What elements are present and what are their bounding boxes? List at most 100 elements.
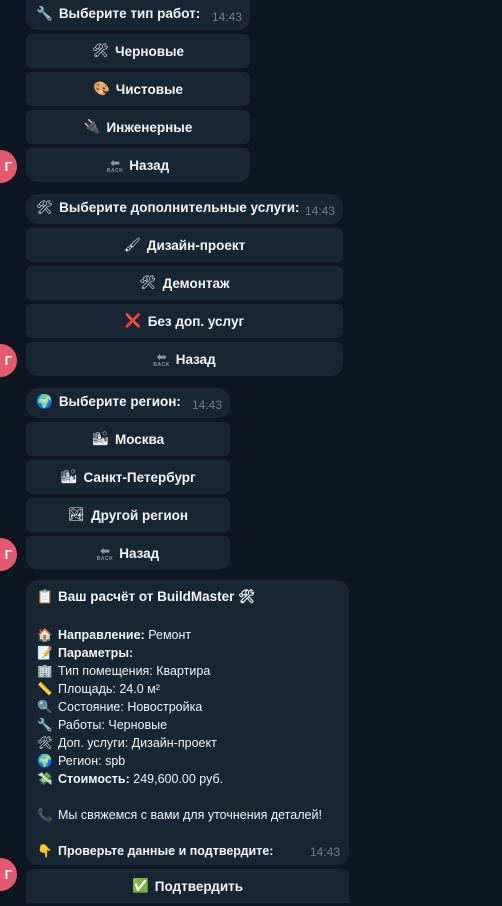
back-icon: ⬅ BACK [153,349,170,368]
confirm-button[interactable]: ✅ Подтвердить [26,869,349,903]
option-button-design-project[interactable]: 🖌 Дизайн-проект [26,228,343,262]
avatar[interactable]: Г [0,538,17,571]
check-line: 👇 Проверьте данные и подтвердите: [36,842,339,860]
cityscape-icon: 🏙 [60,469,78,484]
hammer-wrench-icon: 🛠 [37,736,53,750]
room-type: Тип помещения: Квартира [58,664,211,678]
hammer-wrench-icon: 🛠 [139,275,157,290]
message-time: 14:43 [191,398,222,412]
prompt-text: Выберите тип работ: [58,6,201,21]
params-label: Параметры: [58,646,134,660]
avatar[interactable]: Г [0,150,17,183]
extra-services: Доп. услуги: Дизайн-проект [58,736,217,750]
option-button-finishing[interactable]: 🎨 Чистовые [26,72,250,106]
globe-icon: 🌍 [36,394,53,409]
calc-title: Ваш расчёт от BuildMaster [58,589,235,604]
message-time: 14:43 [304,204,335,218]
direction-label: Направление: [58,628,145,642]
option-button-engineering[interactable]: 🔌 Инженерные [26,110,250,144]
back-icon: ⬅ BACK [96,543,114,562]
works: Работы: Черновые [58,718,168,732]
magnifier-icon: 🔍 [37,700,53,714]
plug-icon: 🔌 [83,119,101,134]
office-building-icon: 🏢 [37,664,53,678]
button-label: Назад [175,351,216,367]
cost-label: Стоимость: [58,772,130,786]
avatar[interactable]: Г [0,344,17,377]
message-group-work-type: 🔧 Выберите тип работ: 14:43 🛠 Черновые 🎨 Чи… [26,0,250,182]
area: Площадь: 24.0 м² [58,682,160,696]
calculation-message: 📋 Ваш расчёт от BuildMaster 🛠 🏠 Направлени… [26,580,349,865]
message-group-extra-services: 🛠 Выберите дополнительные услуги: 14:43 🖌… [26,194,343,376]
extra-line: 🛠 Доп. услуги: Дизайн-проект [36,734,339,752]
option-button-moscow[interactable]: 🏙 Москва [26,422,230,456]
button-label: Без доп. услуг [147,313,245,329]
check-mark-icon: ✅ [131,878,149,893]
contact-line: 📞 Мы свяжемся с вами для уточнения детале… [36,806,339,824]
region-line: 🌍 Регион: spb [36,752,339,770]
contact-text: Мы свяжемся с вами для уточнения деталей… [58,808,322,822]
clipboard-icon: 📋 [36,589,54,604]
option-button-other-region[interactable]: 🏞 Другой регион [26,498,230,532]
hammer-wrench-icon: 🛠 [91,43,110,58]
button-label: Другой регион [91,507,189,523]
telephone-icon: 📞 [37,808,53,822]
direction-line: 🏠 Направление: Ремонт [36,626,339,644]
cost-line: 💸 Стоимость: 249,600.00 руб. [36,770,339,788]
option-button-demolition[interactable]: 🛠 Демонтаж [26,266,343,300]
button-label: Инженерные [106,119,193,135]
palette-icon: 🎨 [92,81,110,96]
wrench-icon: 🔧 [36,6,53,21]
button-label: Назад [129,157,170,173]
ruler-icon: 📏 [37,682,53,696]
avatar[interactable]: Г [0,858,17,891]
hammer-wrench-icon: 🛠 [36,200,54,215]
message-group-calculation: 📋 Ваш расчёт от BuildMaster 🛠 🏠 Направлени… [26,580,349,903]
message-text: 🛠 Выберите дополнительные услуги: [36,200,300,216]
pointing-down-icon: 👇 [37,844,53,858]
wrench-icon: 🔧 [37,718,53,732]
button-label: Назад [119,545,160,561]
hammer-wrench-icon: 🛠 [238,589,256,604]
option-button-rough[interactable]: 🛠 Черновые [26,34,250,68]
works-line: 🔧 Работы: Черновые [36,716,339,734]
button-label: Москва [114,431,165,447]
button-label: Черновые [115,43,185,59]
message-time: 14:43 [309,845,340,859]
prompt-text: Выберите регион: [58,394,181,409]
button-label: Санкт-Петербург [83,469,196,485]
money-icon: 💸 [37,772,53,786]
button-label: Чистовые [115,81,184,97]
message-text: 🔧 Выберите тип работ: [36,6,200,22]
option-button-saint-petersburg[interactable]: 🏙 Санкт-Петербург [26,460,230,494]
button-label: Демонтаж [162,275,230,291]
calc-title-line: 📋 Ваш расчёт от BuildMaster 🛠 [36,586,339,608]
area-line: 📏 Площадь: 24.0 м² [36,680,339,698]
message-bubble: 🛠 Выберите дополнительные услуги: 14:43 [26,194,343,224]
cost-value: 249,600.00 руб. [133,772,224,786]
house-icon: 🏠 [37,628,53,642]
button-label: Подтвердить [154,878,244,894]
cityscape-icon: 🏙 [91,431,109,446]
back-button[interactable]: ⬅ BACK Назад [26,148,250,182]
room-type-line: 🏢 Тип помещения: Квартира [36,662,339,680]
back-button[interactable]: ⬅ BACK Назад [26,342,343,376]
message-time: 14:43 [211,10,242,24]
region: Регион: spb [58,754,126,768]
condition-line: 🔍 Состояние: Новостройка [36,698,339,716]
prompt-text: Выберите дополнительные услуги: [59,200,300,215]
direction-value: Ремонт [148,628,192,642]
globe-icon: 🌍 [37,754,53,768]
cross-mark-icon: ❌ [124,313,142,328]
params-line: 📝 Параметры: [36,644,339,662]
message-bubble: 🔧 Выберите тип работ: 14:43 [26,0,250,30]
message-bubble: 🌍 Выберите регион: 14:43 [26,388,230,418]
back-button[interactable]: ⬅ BACK Назад [26,536,230,570]
button-label: Дизайн-проект [146,237,246,253]
landscape-icon: 🏞 [67,507,86,522]
condition: Состояние: Новостройка [58,700,203,714]
back-icon: ⬅ BACK [106,155,124,174]
option-button-no-extras[interactable]: ❌ Без доп. услуг [26,304,343,338]
message-text: 🌍 Выберите регион: [36,394,181,410]
message-group-region: 🌍 Выберите регион: 14:43 🏙 Москва 🏙 Санкт-П… [26,388,230,570]
